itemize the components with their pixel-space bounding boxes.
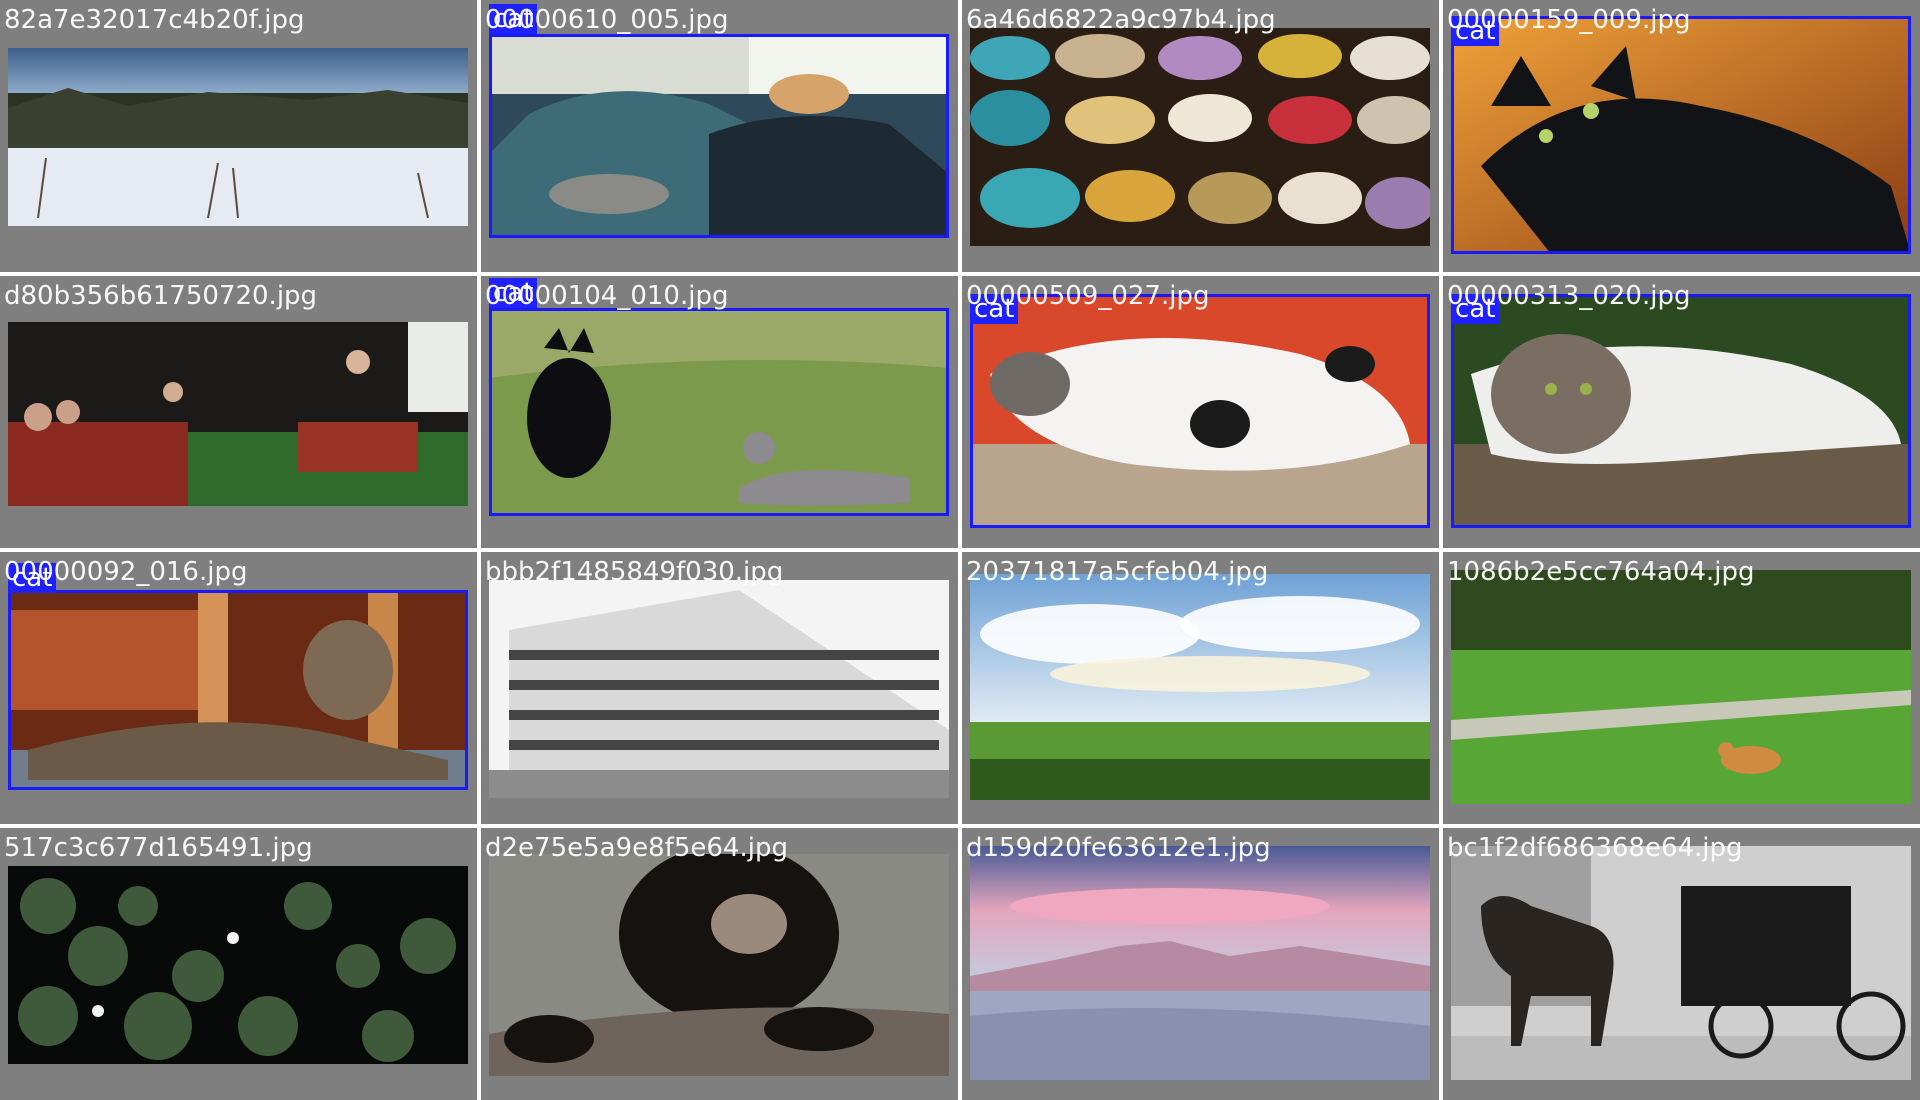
bounding-box[interactable]: cat [8,563,468,790]
filename-label: bbb2f1485849f030.jpg [485,557,784,587]
image-tile[interactable]: bbb2f1485849f030.jpg [481,552,958,824]
photo-modern-building [489,580,949,798]
image-tile[interactable]: 82a7e32017c4b20f.jpg [0,0,477,272]
bounding-box[interactable]: cat [1451,294,1911,528]
bounding-box[interactable]: cat [970,294,1430,528]
photo-classroom [8,322,468,506]
image-tile[interactable]: 6a46d6822a9c97b4.jpg [962,0,1439,272]
filename-label: 00000159_009.jpg [1447,5,1691,35]
bounding-box[interactable]: cat [1451,16,1911,254]
image-tile[interactable]: 517c3c677d165491.jpg [0,828,477,1100]
bounding-box[interactable]: cat [489,4,949,238]
image-tile[interactable]: bc1f2df686368e64.jpg [1443,828,1920,1100]
photo-water-lilies [8,866,468,1064]
filename-label: d2e75e5a9e8f5e64.jpg [485,833,788,863]
photo-green-field-clouds [970,574,1430,800]
filename-label: 00000610_005.jpg [485,5,729,35]
detection-grid: 82a7e32017c4b20f.jpg 00000610_005.jpg ca… [0,0,1920,1100]
photo-pink-sunset-mountains [970,846,1430,1080]
photo-park-dog [1451,570,1911,804]
photo-horse-buggy [1451,846,1911,1080]
photo-carnival-masks [970,28,1430,246]
filename-label: 82a7e32017c4b20f.jpg [4,5,305,35]
image-tile[interactable]: 20371817a5cfeb04.jpg [962,552,1439,824]
image-tile[interactable]: 00000313_020.jpg cat [1443,276,1920,548]
image-tile[interactable]: 00000509_027.jpg cat [962,276,1439,548]
filename-label: 20371817a5cfeb04.jpg [966,557,1269,587]
filename-label: 00000092_016.jpg [4,557,248,587]
image-tile[interactable]: 00000159_009.jpg cat [1443,0,1920,272]
filename-label: 00000313_020.jpg [1447,281,1691,311]
image-tile[interactable]: 1086b2e5cc764a04.jpg [1443,552,1920,824]
filename-label: 517c3c677d165491.jpg [4,833,313,863]
photo-bear [489,854,949,1076]
filename-label: d80b356b61750720.jpg [4,281,318,311]
photo-snowy-landscape [8,48,468,226]
image-tile[interactable]: d80b356b61750720.jpg [0,276,477,548]
filename-label: 00000104_010.jpg [485,281,729,311]
image-tile[interactable]: 00000610_005.jpg cat [481,0,958,272]
image-tile[interactable]: 00000092_016.jpg cat [0,552,477,824]
filename-label: 00000509_027.jpg [966,281,1210,311]
filename-label: bc1f2df686368e64.jpg [1447,833,1743,863]
image-tile[interactable]: 00000104_010.jpg cat [481,276,958,548]
filename-label: 6a46d6822a9c97b4.jpg [966,5,1276,35]
bounding-box[interactable]: cat [489,278,949,516]
filename-label: 1086b2e5cc764a04.jpg [1447,557,1755,587]
filename-label: d159d20fe63612e1.jpg [966,833,1271,863]
image-tile[interactable]: d159d20fe63612e1.jpg [962,828,1439,1100]
image-tile[interactable]: d2e75e5a9e8f5e64.jpg [481,828,958,1100]
